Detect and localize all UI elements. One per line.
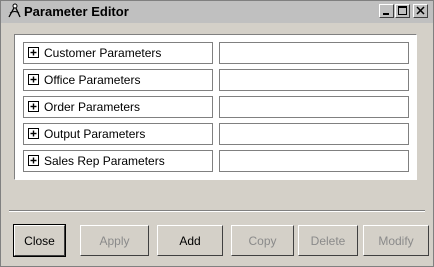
parameter-row-sales-rep[interactable]: Sales Rep Parameters [23, 150, 409, 172]
maximize-icon [398, 6, 407, 15]
apply-button[interactable]: Apply [80, 225, 149, 256]
parameter-value-field[interactable] [219, 123, 409, 145]
parameter-label: Order Parameters [44, 100, 141, 114]
plus-icon[interactable] [28, 155, 39, 166]
close-icon [416, 6, 425, 15]
plus-icon[interactable] [28, 74, 39, 85]
minimize-icon [383, 13, 389, 15]
plus-icon[interactable] [28, 47, 39, 58]
parameter-name-cell[interactable]: Order Parameters [23, 96, 213, 118]
plus-icon[interactable] [28, 101, 39, 112]
window-title: Parameter Editor [24, 4, 129, 19]
modify-button[interactable]: Modify [363, 225, 429, 256]
parameter-name-cell[interactable]: Office Parameters [23, 69, 213, 91]
close-window-button[interactable] [413, 4, 428, 18]
title-bar[interactable]: Parameter Editor [1, 1, 433, 23]
parameter-label: Sales Rep Parameters [44, 154, 165, 168]
parameter-label: Office Parameters [44, 73, 141, 87]
delete-button[interactable]: Delete [298, 225, 358, 256]
minimize-button[interactable] [379, 4, 394, 18]
maximize-button[interactable] [395, 4, 410, 18]
parameter-row-office[interactable]: Office Parameters [23, 69, 409, 91]
compass-icon [6, 3, 22, 19]
plus-icon[interactable] [28, 128, 39, 139]
parameter-row-customer[interactable]: Customer Parameters [23, 42, 409, 64]
parameter-value-field[interactable] [219, 150, 409, 172]
parameter-name-cell[interactable]: Output Parameters [23, 123, 213, 145]
parameter-tree-panel: Customer Parameters Office Parameters Or… [14, 34, 417, 180]
parameter-value-field[interactable] [219, 96, 409, 118]
parameter-row-order[interactable]: Order Parameters [23, 96, 409, 118]
parameter-row-output[interactable]: Output Parameters [23, 123, 409, 145]
parameter-name-cell[interactable]: Customer Parameters [23, 42, 213, 64]
parameter-editor-window: Parameter Editor Customer Parameters Off… [0, 0, 434, 267]
close-button[interactable]: Close [13, 224, 66, 257]
add-button[interactable]: Add [157, 225, 223, 256]
parameter-label: Output Parameters [44, 127, 146, 141]
divider [9, 210, 425, 212]
parameter-name-cell[interactable]: Sales Rep Parameters [23, 150, 213, 172]
parameter-value-field[interactable] [219, 42, 409, 64]
parameter-label: Customer Parameters [44, 46, 162, 60]
copy-button[interactable]: Copy [231, 225, 294, 256]
parameter-value-field[interactable] [219, 69, 409, 91]
